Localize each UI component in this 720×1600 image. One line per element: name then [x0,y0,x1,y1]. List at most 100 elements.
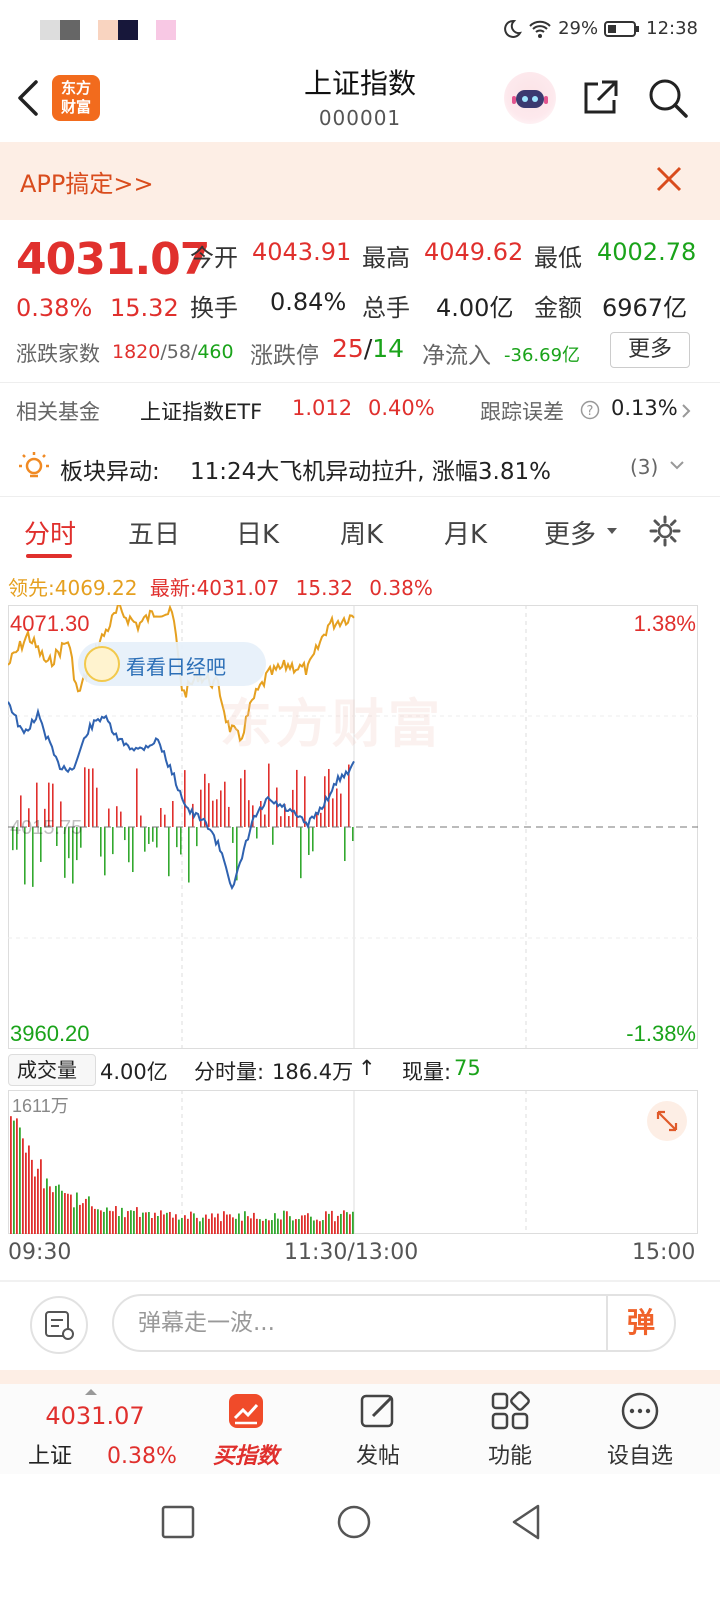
volume-bar [271,1220,273,1234]
volume-bar [199,1221,201,1234]
settings-gear-icon[interactable] [648,514,682,548]
flow-bar [336,788,338,827]
volume-bar [115,1206,117,1234]
alert-text[interactable]: 11:24大飞机异动拉升, 涨幅3.81% [190,452,551,486]
volume-bar [328,1213,330,1234]
volume-bar [154,1212,156,1234]
danmaku-bubble[interactable]: 看看日经吧 [78,642,266,686]
home-icon[interactable] [334,1502,374,1542]
battery-icon [604,20,640,37]
tab-more[interactable]: 更多 [544,514,596,551]
alert-count[interactable]: (3) [630,455,658,479]
nav-function[interactable]: 功能 [450,1390,570,1470]
volume-bar [259,1219,261,1234]
flow-bar [148,827,150,844]
danmaku-send-button[interactable]: 弹 [606,1296,674,1350]
volume-bar [85,1198,87,1234]
recent-apps-icon[interactable] [160,1504,196,1540]
tab-daily-k[interactable]: 日K [236,514,279,551]
flow-bar [108,808,110,827]
watermark: 东方财富 [220,695,445,755]
flow-bar [120,811,122,827]
volume-bar [46,1178,48,1234]
nav-index-pct: 0.38% [107,1444,177,1469]
danmaku-input[interactable]: 弹幕走一波... [112,1294,676,1352]
tab-monthly-k[interactable]: 月K [444,514,487,551]
netflow-value: -36.69亿 [504,345,581,366]
close-icon[interactable] [654,164,684,194]
volume-bar [97,1209,99,1234]
volume-bar [343,1210,345,1234]
amount-value: 6967亿 [602,294,688,322]
tab-weekly-k[interactable]: 周K [340,514,383,551]
netflow-label: 净流入 [422,343,491,369]
breadth-flat: /58/ [160,341,198,363]
chevron-right-icon[interactable] [680,402,692,420]
more-button[interactable]: 更多 [610,332,690,368]
volume-bar [139,1216,141,1234]
volume-bar [226,1214,228,1234]
volume-bar [307,1213,309,1234]
limit-slash: / [363,334,373,363]
flow-bar [104,827,106,876]
track-label: 跟踪误差 [480,400,564,424]
volume-bar [310,1216,312,1234]
svg-text:?: ? [587,404,594,419]
nav-buy-index[interactable]: 买指数 [186,1390,306,1470]
nav-watchlist[interactable]: 设自选 [580,1390,700,1470]
search-icon[interactable] [646,76,690,120]
flow-bar [216,799,218,827]
share-icon[interactable] [580,78,620,118]
flow-bar [188,827,190,883]
volume-bar [277,1218,279,1234]
change-value: 15.32 [110,294,179,322]
avatar [84,646,120,682]
volume-bar [118,1216,120,1234]
nav-post[interactable]: 发帖 [318,1390,438,1470]
assistant-robot-icon[interactable] [504,72,556,124]
breadth-up: 1820 [112,341,161,363]
volume-bar [145,1212,147,1234]
divider [0,496,720,497]
expand-icon[interactable] [646,1100,688,1142]
volume-bar [235,1218,237,1234]
indicator-select[interactable]: 成交量 [8,1054,96,1106]
volume-bar [103,1211,105,1234]
volume-bar [187,1218,189,1234]
volume-bar [52,1192,54,1234]
active-tab-indicator [26,554,72,558]
volume-bar [220,1221,222,1234]
divider [0,1280,720,1282]
volume-bar [346,1212,348,1234]
open-label: 今开 [190,244,238,272]
flow-bar [124,827,126,841]
chevron-down-icon[interactable] [668,458,686,472]
flow-bar [260,801,262,827]
time-mid: 11:30/13:00 [284,1240,419,1265]
volume-chart[interactable]: 1611万 [8,1090,698,1234]
time-end: 15:00 [632,1240,696,1265]
flow-bar [228,806,230,827]
flow-bar [268,763,270,827]
flow-bar [264,814,266,827]
flow-bar [152,827,154,842]
volume-bar [256,1218,258,1234]
banner-text[interactable]: APP搞定>> [20,164,154,199]
caret-down-icon[interactable] [606,526,618,536]
tab-five-day[interactable]: 五日 [128,514,180,551]
high-value: 4049.62 [424,238,524,266]
y-bottom-label: 3960.20 [10,1021,90,1046]
volume-bar [178,1219,180,1234]
danmaku-settings-icon[interactable] [30,1296,88,1354]
help-icon[interactable]: ? [580,400,600,420]
time-start: 09:30 [8,1240,72,1265]
volume-max-label: 1611万 [12,1096,69,1116]
tab-intraday[interactable]: 分时 [24,514,76,551]
flow-bar [312,827,314,852]
flow-bar [172,801,174,827]
fund-name[interactable]: 上证指数ETF [140,396,262,426]
nav-index-quote[interactable]: 4031.07 上证 0.38% [10,1402,180,1470]
back-triangle-icon[interactable] [508,1502,544,1542]
fund-label: 相关基金 [16,400,100,424]
flow-bar [304,776,306,827]
